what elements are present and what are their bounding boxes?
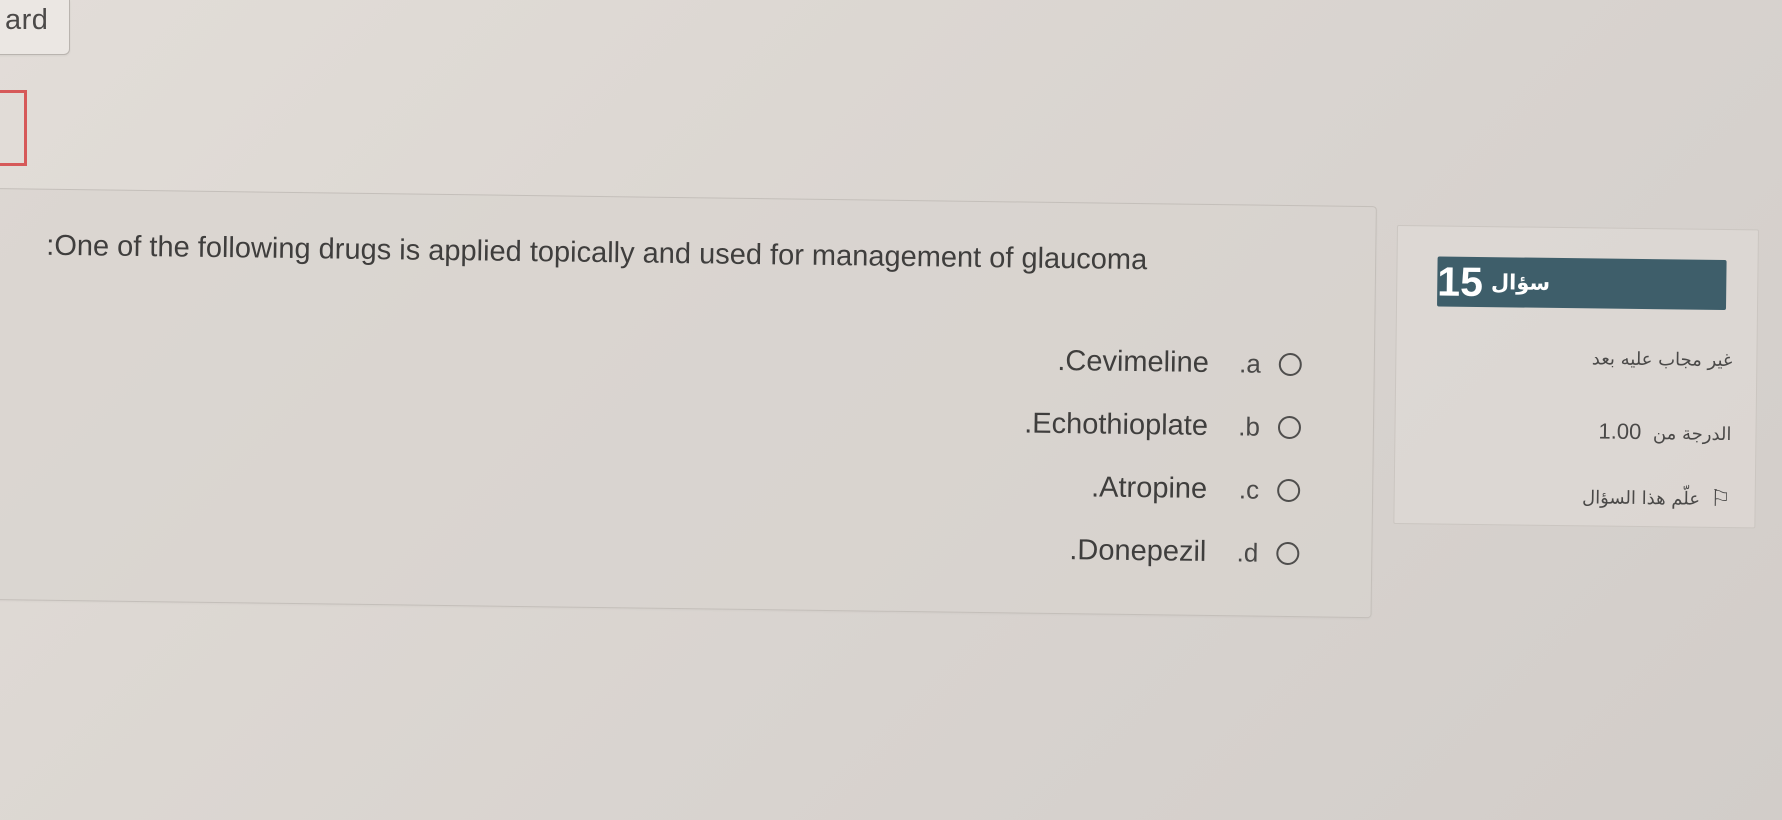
top-tab-label: ard	[5, 4, 49, 36]
radio-button-a[interactable]	[1278, 352, 1302, 377]
option-letter-b: .b	[1238, 411, 1261, 442]
option-d[interactable]: .d .Donepezil	[1069, 534, 1300, 570]
flag-question-link[interactable]: ⚐ علّم هذا السؤال	[1581, 485, 1731, 513]
option-letter-c: .c	[1238, 474, 1260, 505]
question-text: :One of the following drugs is applied t…	[46, 229, 1148, 277]
question-number: 15	[1437, 257, 1484, 305]
question-status: غير مجاب عليه بعد	[1591, 348, 1733, 372]
option-text-b: .Echothioplate	[1023, 407, 1209, 442]
question-number-badge: سؤال 15	[1437, 256, 1727, 311]
radio-button-d[interactable]	[1276, 541, 1300, 566]
option-letter-d: .d	[1236, 537, 1259, 568]
top-tab[interactable]: ard	[0, 0, 70, 55]
question-label: سؤال	[1490, 270, 1551, 295]
option-b[interactable]: .b .Echothioplate	[1023, 407, 1302, 445]
flag-question-label: علّم هذا السؤال	[1581, 487, 1701, 510]
grade-label: الدرجة من	[1652, 423, 1732, 446]
option-text-a: .Cevimeline	[1057, 344, 1210, 379]
option-c[interactable]: .c .Atropine	[1090, 471, 1301, 507]
option-a[interactable]: .a .Cevimeline	[1057, 345, 1302, 381]
option-text-c: .Atropine	[1090, 471, 1208, 505]
radio-button-b[interactable]	[1277, 415, 1302, 440]
question-info-panel: سؤال 15 غير مجاب عليه بعد الدرجة من 1.00…	[1393, 225, 1759, 529]
question-card: :One of the following drugs is applied t…	[0, 188, 1377, 619]
question-grade: الدرجة من 1.00	[1598, 418, 1731, 446]
answer-options: .a .Cevimeline .b .Echothioplate .c .Atr…	[1022, 345, 1302, 571]
option-text-d: .Donepezil	[1069, 534, 1207, 568]
radio-button-c[interactable]	[1277, 478, 1301, 503]
option-letter-a: .a	[1238, 348, 1262, 379]
flag-outline-icon: ⚐	[1709, 485, 1731, 513]
flag-box[interactable]	[0, 90, 27, 166]
grade-value: 1.00	[1598, 418, 1642, 444]
